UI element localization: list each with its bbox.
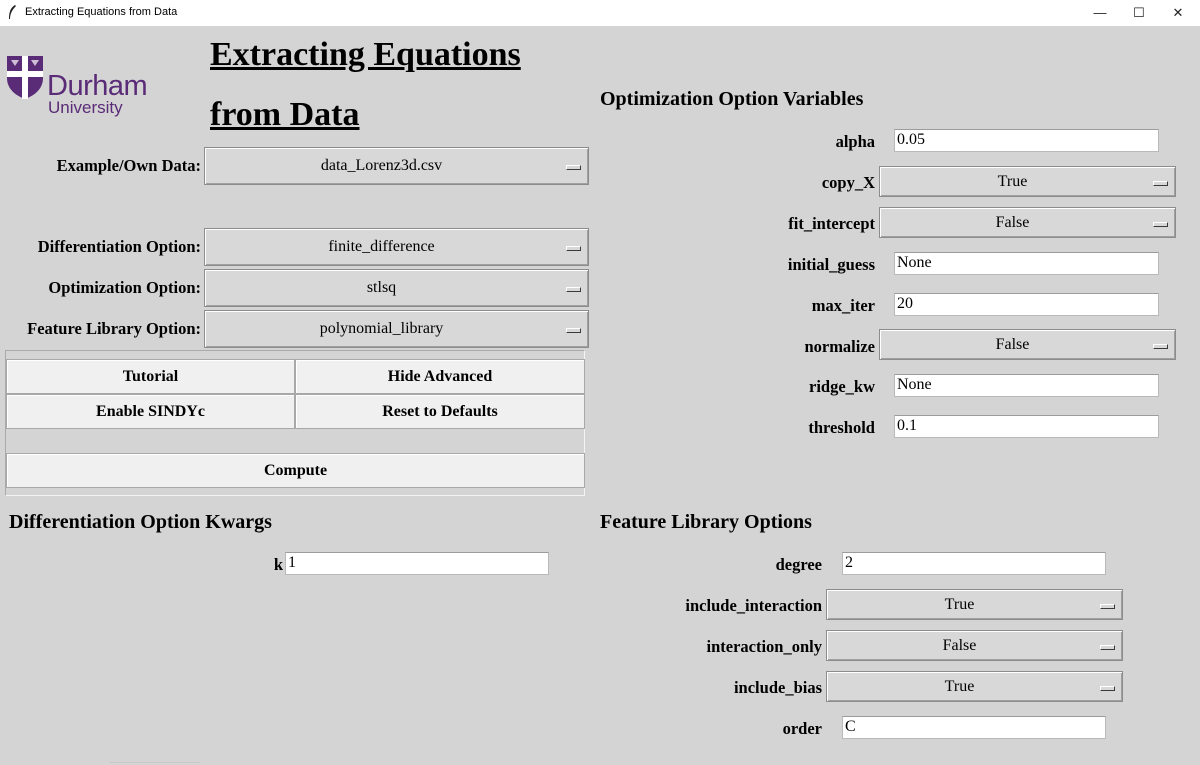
compute-button[interactable]: Compute: [6, 453, 585, 488]
alpha-input[interactable]: 0.05: [894, 129, 1159, 152]
dropdown-indicator-icon: [566, 246, 581, 251]
threshold-input[interactable]: 0.1: [894, 415, 1159, 438]
dropdown-indicator-icon: [566, 165, 581, 170]
optimization-option-label: Optimization Option:: [48, 278, 201, 297]
k-input[interactable]: 1: [285, 552, 549, 575]
ridge-kw-input[interactable]: None: [894, 374, 1159, 397]
initial-guess-input[interactable]: None: [894, 252, 1159, 275]
cut-off-text-fragment: [110, 762, 200, 763]
initial-guess-label: initial_guess: [787, 255, 875, 274]
differentiation-option-value: finite_difference: [328, 238, 435, 255]
hide-advanced-button[interactable]: Hide Advanced: [295, 359, 585, 394]
dropdown-indicator-icon: [1100, 685, 1115, 691]
copy-x-dropdown[interactable]: True: [879, 166, 1176, 197]
fit-intercept-value: False: [995, 213, 1030, 231]
example-data-value: data_Lorenz3d.csv: [320, 157, 443, 174]
differentiation-kwargs-title: Differentiation Option Kwargs: [9, 511, 272, 533]
differentiation-option-label: Differentiation Option:: [37, 237, 201, 256]
interaction-only-label: interaction_only: [706, 637, 823, 656]
dropdown-indicator-icon: [1153, 221, 1168, 227]
dropdown-indicator-icon: [1153, 343, 1168, 349]
threshold-label: threshold: [808, 418, 875, 437]
tutorial-button[interactable]: Tutorial: [6, 359, 295, 394]
normalize-value: False: [995, 335, 1030, 353]
max-iter-label: max_iter: [811, 296, 875, 315]
feature-library-options-title: Feature Library Options: [600, 511, 812, 533]
include-bias-dropdown[interactable]: True: [826, 671, 1123, 702]
feature-library-option-value: polynomial_library: [319, 320, 444, 337]
dropdown-indicator-icon: [1100, 644, 1115, 650]
dropdown-indicator-icon: [1100, 603, 1115, 609]
include-interaction-value: True: [944, 595, 975, 613]
optimization-option-dropdown[interactable]: stlsq: [204, 269, 589, 307]
interaction-only-dropdown[interactable]: False: [826, 630, 1123, 661]
feature-library-option-dropdown[interactable]: polynomial_library: [204, 310, 589, 348]
interaction-only-value: False: [942, 636, 977, 654]
order-label: order: [782, 719, 822, 738]
max-iter-input[interactable]: 20: [894, 293, 1159, 316]
optimization-variables-title: Optimization Option Variables: [600, 88, 864, 110]
k-label: k: [273, 555, 283, 574]
feature-library-option-label: Feature Library Option:: [27, 319, 201, 338]
page-title-line2: from Data: [210, 96, 360, 133]
durham-university-logo: Durham University: [5, 52, 155, 117]
optimization-option-value: stlsq: [366, 279, 397, 296]
close-button[interactable]: ✕: [1158, 0, 1198, 26]
include-bias-label: include_bias: [733, 678, 822, 697]
dropdown-indicator-icon: [566, 287, 581, 292]
feather-icon: [9, 5, 16, 19]
enable-sindyc-button[interactable]: Enable SINDYc: [6, 394, 295, 429]
fit-intercept-dropdown[interactable]: False: [879, 207, 1176, 238]
minimize-button[interactable]: —: [1080, 0, 1120, 26]
include-interaction-dropdown[interactable]: True: [826, 589, 1123, 620]
example-data-dropdown[interactable]: data_Lorenz3d.csv: [204, 147, 589, 185]
normalize-label: normalize: [804, 337, 875, 356]
window-title: Extracting Equations from Data: [25, 6, 178, 18]
degree-label: degree: [775, 555, 822, 574]
include-interaction-label: include_interaction: [685, 596, 822, 615]
window-title-bar: Extracting Equations from Data — ☐ ✕: [0, 0, 1200, 26]
fit-intercept-label: fit_intercept: [788, 214, 875, 233]
page-title-line1: Extracting Equations: [210, 36, 521, 73]
normalize-dropdown[interactable]: False: [879, 329, 1176, 360]
include-bias-value: True: [944, 677, 975, 695]
dropdown-indicator-icon: [1153, 180, 1168, 186]
maximize-button[interactable]: ☐: [1119, 0, 1159, 26]
logo-subtitle: University: [48, 98, 123, 117]
degree-input[interactable]: 2: [842, 552, 1106, 575]
reset-defaults-button[interactable]: Reset to Defaults: [295, 394, 585, 429]
alpha-label: alpha: [835, 132, 875, 151]
copy-x-value: True: [997, 172, 1028, 190]
durham-crest-icon: [7, 56, 43, 99]
copy-x-label: copy_X: [821, 173, 875, 192]
dropdown-indicator-icon: [566, 328, 581, 333]
ridge-kw-label: ridge_kw: [809, 377, 875, 396]
differentiation-option-dropdown[interactable]: finite_difference: [204, 228, 589, 266]
example-data-label: Example/Own Data:: [56, 156, 201, 175]
order-input[interactable]: C: [842, 716, 1106, 739]
